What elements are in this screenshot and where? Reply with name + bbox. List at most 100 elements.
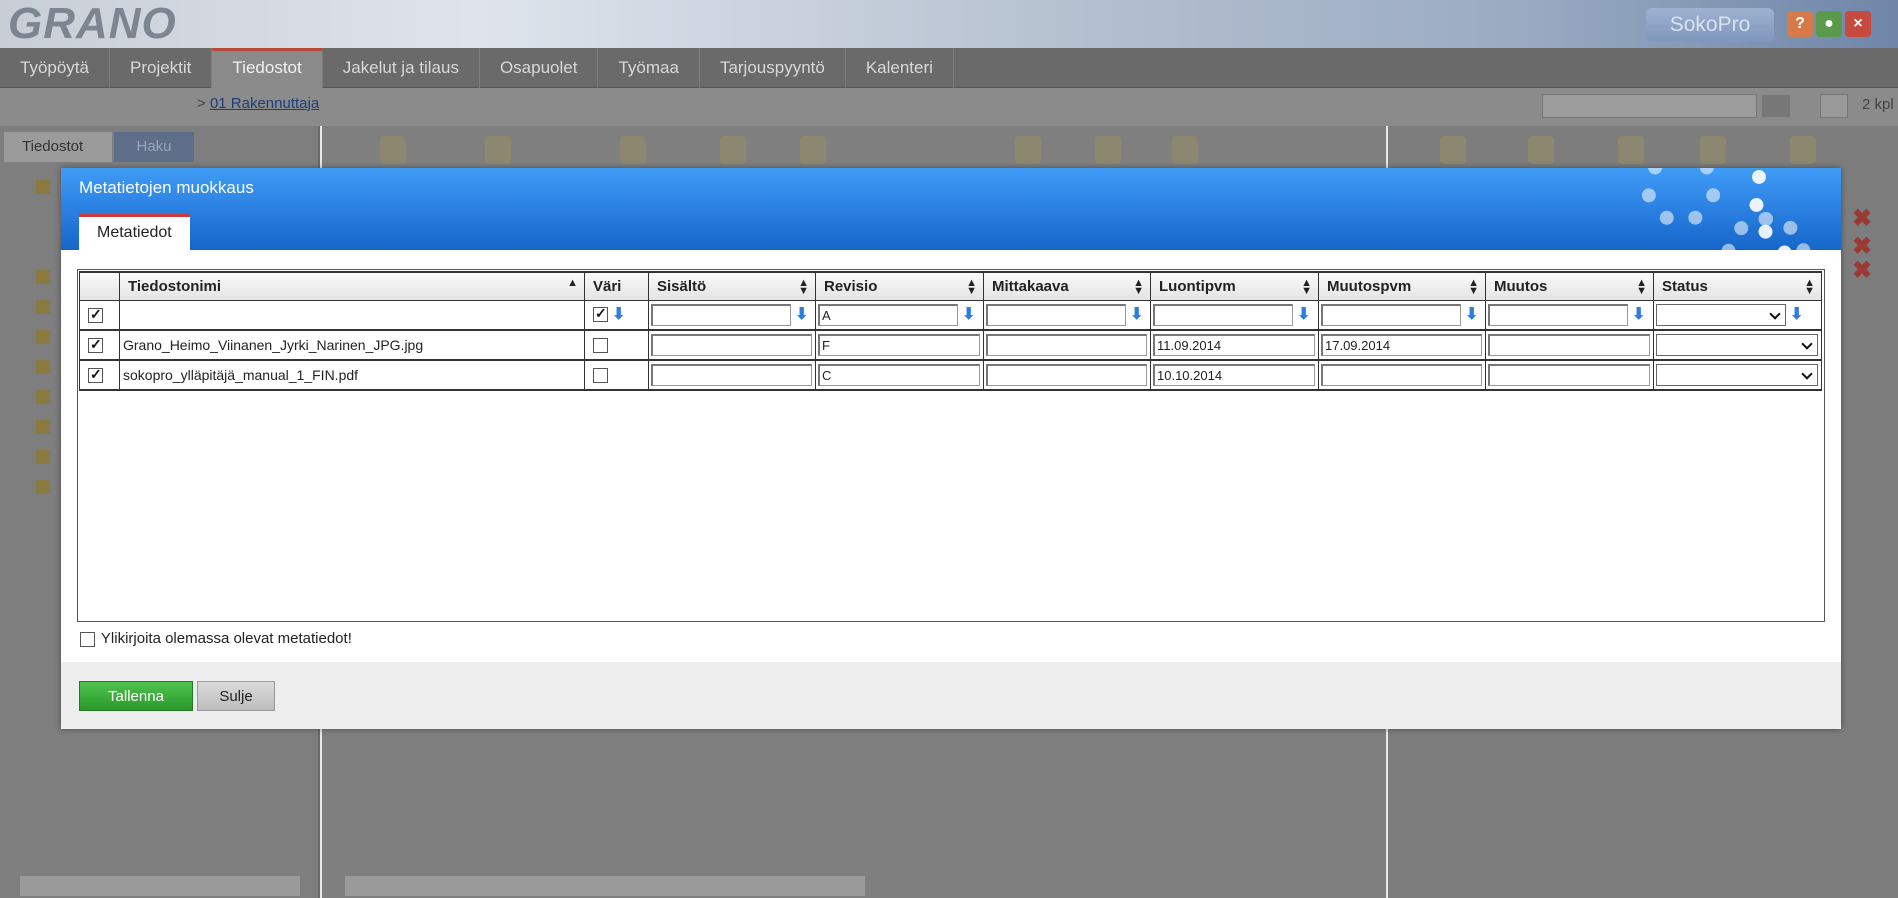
overwrite-checkbox[interactable] — [80, 631, 95, 647]
folder-icon[interactable] — [36, 420, 50, 434]
luontipvm-input[interactable]: 11.09.2014 — [1153, 334, 1315, 356]
sisalto-input[interactable] — [651, 364, 812, 386]
database-icon[interactable] — [620, 136, 646, 164]
tab-tiedostot[interactable]: Tiedostot — [212, 48, 323, 88]
logout-button[interactable]: × — [1845, 11, 1871, 37]
col-luontipvm[interactable]: Luontipvm ▲ ▼ — [1150, 271, 1319, 301]
sokopro-logo[interactable]: SokoPro — [1646, 8, 1774, 42]
filter-muutospvm-input[interactable] — [1321, 303, 1461, 326]
luontipvm-input[interactable]: 10.10.2014 — [1153, 364, 1315, 386]
row-checkbox[interactable] — [88, 336, 103, 354]
folder-icon[interactable] — [36, 480, 50, 494]
cart-icon[interactable] — [1820, 94, 1848, 118]
filter-status-select[interactable] — [1656, 303, 1786, 326]
filter-sisalto-input[interactable] — [651, 303, 791, 326]
horizontal-scrollbar[interactable] — [20, 876, 300, 896]
filter-mittakaava-input[interactable] — [986, 303, 1126, 326]
color-checkbox[interactable] — [593, 338, 608, 354]
grid-icon[interactable] — [720, 136, 746, 164]
sort-icon[interactable]: ▲ ▼ — [1301, 278, 1312, 297]
sisalto-input[interactable] — [651, 334, 812, 356]
close-button[interactable]: Sulje — [197, 681, 275, 711]
new-folder-icon[interactable] — [380, 136, 406, 164]
delete-icon[interactable]: ✖ — [1852, 256, 1872, 285]
apply-down-arrow-icon[interactable]: ⬇ — [1790, 306, 1803, 324]
tab-osapuolet[interactable]: Osapuolet — [480, 48, 599, 88]
apply-down-arrow-icon[interactable]: ⬇ — [612, 306, 625, 324]
muutospvm-input[interactable] — [1321, 364, 1482, 386]
folder-icon[interactable] — [1440, 136, 1466, 164]
col-muutospvm[interactable]: Muutospvm ▲ ▼ — [1318, 271, 1486, 301]
filter-muutos-input[interactable] — [1488, 303, 1628, 326]
save-button[interactable]: Tallenna — [79, 681, 193, 711]
folder-icon[interactable] — [1618, 136, 1644, 164]
new-file-icon[interactable] — [485, 136, 511, 164]
muutos-input[interactable] — [1488, 364, 1650, 386]
sort-icon[interactable]: ▲ ▼ — [1133, 278, 1144, 297]
sort-icon[interactable]: ▲ ▼ — [1636, 278, 1647, 297]
filter-revisio-input[interactable]: A — [818, 303, 958, 326]
col-status[interactable]: Status ▲ ▼ — [1653, 271, 1822, 301]
folder-icon[interactable] — [36, 330, 50, 344]
upload-icon[interactable] — [1172, 136, 1198, 164]
folder-icon[interactable] — [36, 270, 50, 284]
folder-icon[interactable] — [36, 390, 50, 404]
muutos-input[interactable] — [1488, 334, 1650, 356]
help-button[interactable]: ? — [1787, 11, 1813, 37]
download-icon[interactable] — [1015, 136, 1041, 164]
col-revisio[interactable]: Revisio ▲ ▼ — [815, 271, 984, 301]
tab-tarjouspyynto[interactable]: Tarjouspyyntö — [700, 48, 846, 88]
col-tiedostonimi[interactable]: Tiedostonimi ▲ — [119, 271, 585, 301]
color-all-checkbox[interactable] — [593, 305, 608, 323]
status-select[interactable] — [1656, 364, 1818, 386]
clipboard-icon[interactable] — [800, 136, 826, 164]
sort-icon[interactable]: ▲ ▼ — [798, 278, 809, 297]
package-icon[interactable] — [1700, 136, 1726, 164]
search-go-button[interactable] — [1762, 95, 1790, 117]
filter-luontipvm-input[interactable] — [1153, 303, 1293, 326]
folder-icon[interactable] — [36, 300, 50, 314]
gear-icon[interactable] — [1790, 136, 1816, 164]
color-checkbox[interactable] — [593, 368, 608, 384]
folder-icon[interactable] — [36, 450, 50, 464]
folder-icon[interactable] — [36, 360, 50, 374]
tab-tyomaa[interactable]: Työmaa — [598, 48, 700, 88]
folder-icon[interactable] — [1528, 136, 1554, 164]
breadcrumb-link[interactable]: 01 Rakennuttaja — [210, 95, 319, 112]
delete-icon[interactable]: ✖ — [1852, 204, 1872, 233]
apply-down-arrow-icon[interactable]: ⬇ — [795, 306, 808, 324]
sort-asc-icon[interactable]: ▲ — [567, 278, 578, 289]
folder-icon[interactable] — [36, 180, 50, 194]
apply-down-arrow-icon[interactable]: ⬇ — [1465, 306, 1478, 324]
sort-icon[interactable]: ▲ ▼ — [966, 278, 977, 297]
overwrite-option[interactable]: Ylikirjoita olemassa olevat metatiedot! — [80, 630, 352, 647]
row-checkbox[interactable] — [88, 366, 103, 384]
apply-down-arrow-icon[interactable]: ⬇ — [1297, 306, 1310, 324]
search-input[interactable] — [1542, 94, 1757, 118]
tab-search[interactable]: Haku — [114, 132, 194, 162]
status-select[interactable] — [1656, 334, 1818, 356]
user-button[interactable]: ● — [1816, 11, 1842, 37]
sort-icon[interactable]: ▲ ▼ — [1468, 278, 1479, 297]
download-all-icon[interactable] — [1095, 136, 1121, 164]
tab-jakelut[interactable]: Jakelut ja tilaus — [323, 48, 480, 88]
col-sisalto[interactable]: Sisältö ▲ ▼ — [648, 271, 816, 301]
mittakaava-input[interactable] — [986, 364, 1147, 386]
tab-files[interactable]: Tiedostot — [4, 132, 112, 162]
col-muutos[interactable]: Muutos ▲ ▼ — [1485, 271, 1654, 301]
mittakaava-input[interactable] — [986, 334, 1147, 356]
sort-icon[interactable]: ▲ ▼ — [1804, 278, 1815, 297]
tab-kalenteri[interactable]: Kalenteri — [846, 48, 954, 88]
revisio-input[interactable]: F — [818, 334, 980, 356]
muutospvm-input[interactable]: 17.09.2014 — [1321, 334, 1482, 356]
select-all-checkbox[interactable] — [88, 306, 103, 324]
tab-projektit[interactable]: Projektit — [110, 48, 213, 88]
apply-down-arrow-icon[interactable]: ⬇ — [1632, 306, 1645, 324]
col-vari[interactable]: Väri — [584, 271, 649, 301]
apply-down-arrow-icon[interactable]: ⬇ — [1130, 306, 1143, 324]
tab-metatiedot[interactable]: Metatiedot — [79, 214, 190, 250]
apply-down-arrow-icon[interactable]: ⬇ — [962, 306, 975, 324]
horizontal-scrollbar[interactable] — [345, 876, 865, 896]
revisio-input[interactable]: C — [818, 364, 980, 386]
col-mittakaava[interactable]: Mittakaava ▲ ▼ — [983, 271, 1151, 301]
